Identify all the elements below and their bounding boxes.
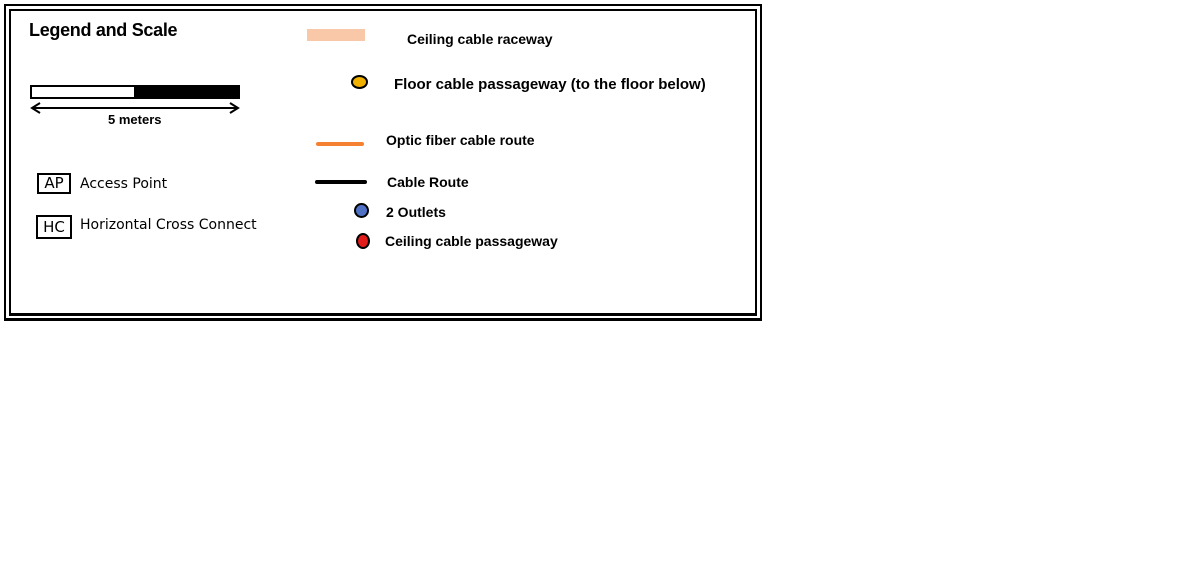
floor-passageway-dot-icon [351, 75, 368, 89]
optic-fiber-line-icon [316, 142, 364, 146]
access-point-symbol: AP [37, 173, 71, 194]
cable-route-label: Cable Route [387, 174, 469, 190]
ceiling-passageway-dot-icon [356, 233, 370, 249]
outlets-dot-icon [354, 203, 369, 218]
ceiling-raceway-swatch [307, 29, 365, 41]
horizontal-cross-connect-label: Horizontal Cross Connect [80, 217, 257, 233]
optic-fiber-label: Optic fiber cable route [386, 132, 535, 148]
ceiling-passageway-label: Ceiling cable passageway [385, 233, 558, 249]
ceiling-raceway-label: Ceiling cable raceway [407, 31, 553, 47]
legend-inner-frame [9, 9, 757, 316]
scale-bar-black-segment [134, 87, 238, 97]
scale-bar [30, 85, 240, 99]
cable-route-line-icon [315, 180, 367, 184]
scale-bar-white-segment [32, 87, 134, 97]
horizontal-cross-connect-symbol: HC [36, 215, 72, 239]
access-point-label: Access Point [80, 176, 168, 192]
legend-title: Legend and Scale [29, 20, 178, 40]
outlets-label: 2 Outlets [386, 204, 446, 220]
scale-label: 5 meters [108, 112, 162, 127]
floor-passageway-label: Floor cable passageway (to the floor bel… [394, 76, 706, 93]
